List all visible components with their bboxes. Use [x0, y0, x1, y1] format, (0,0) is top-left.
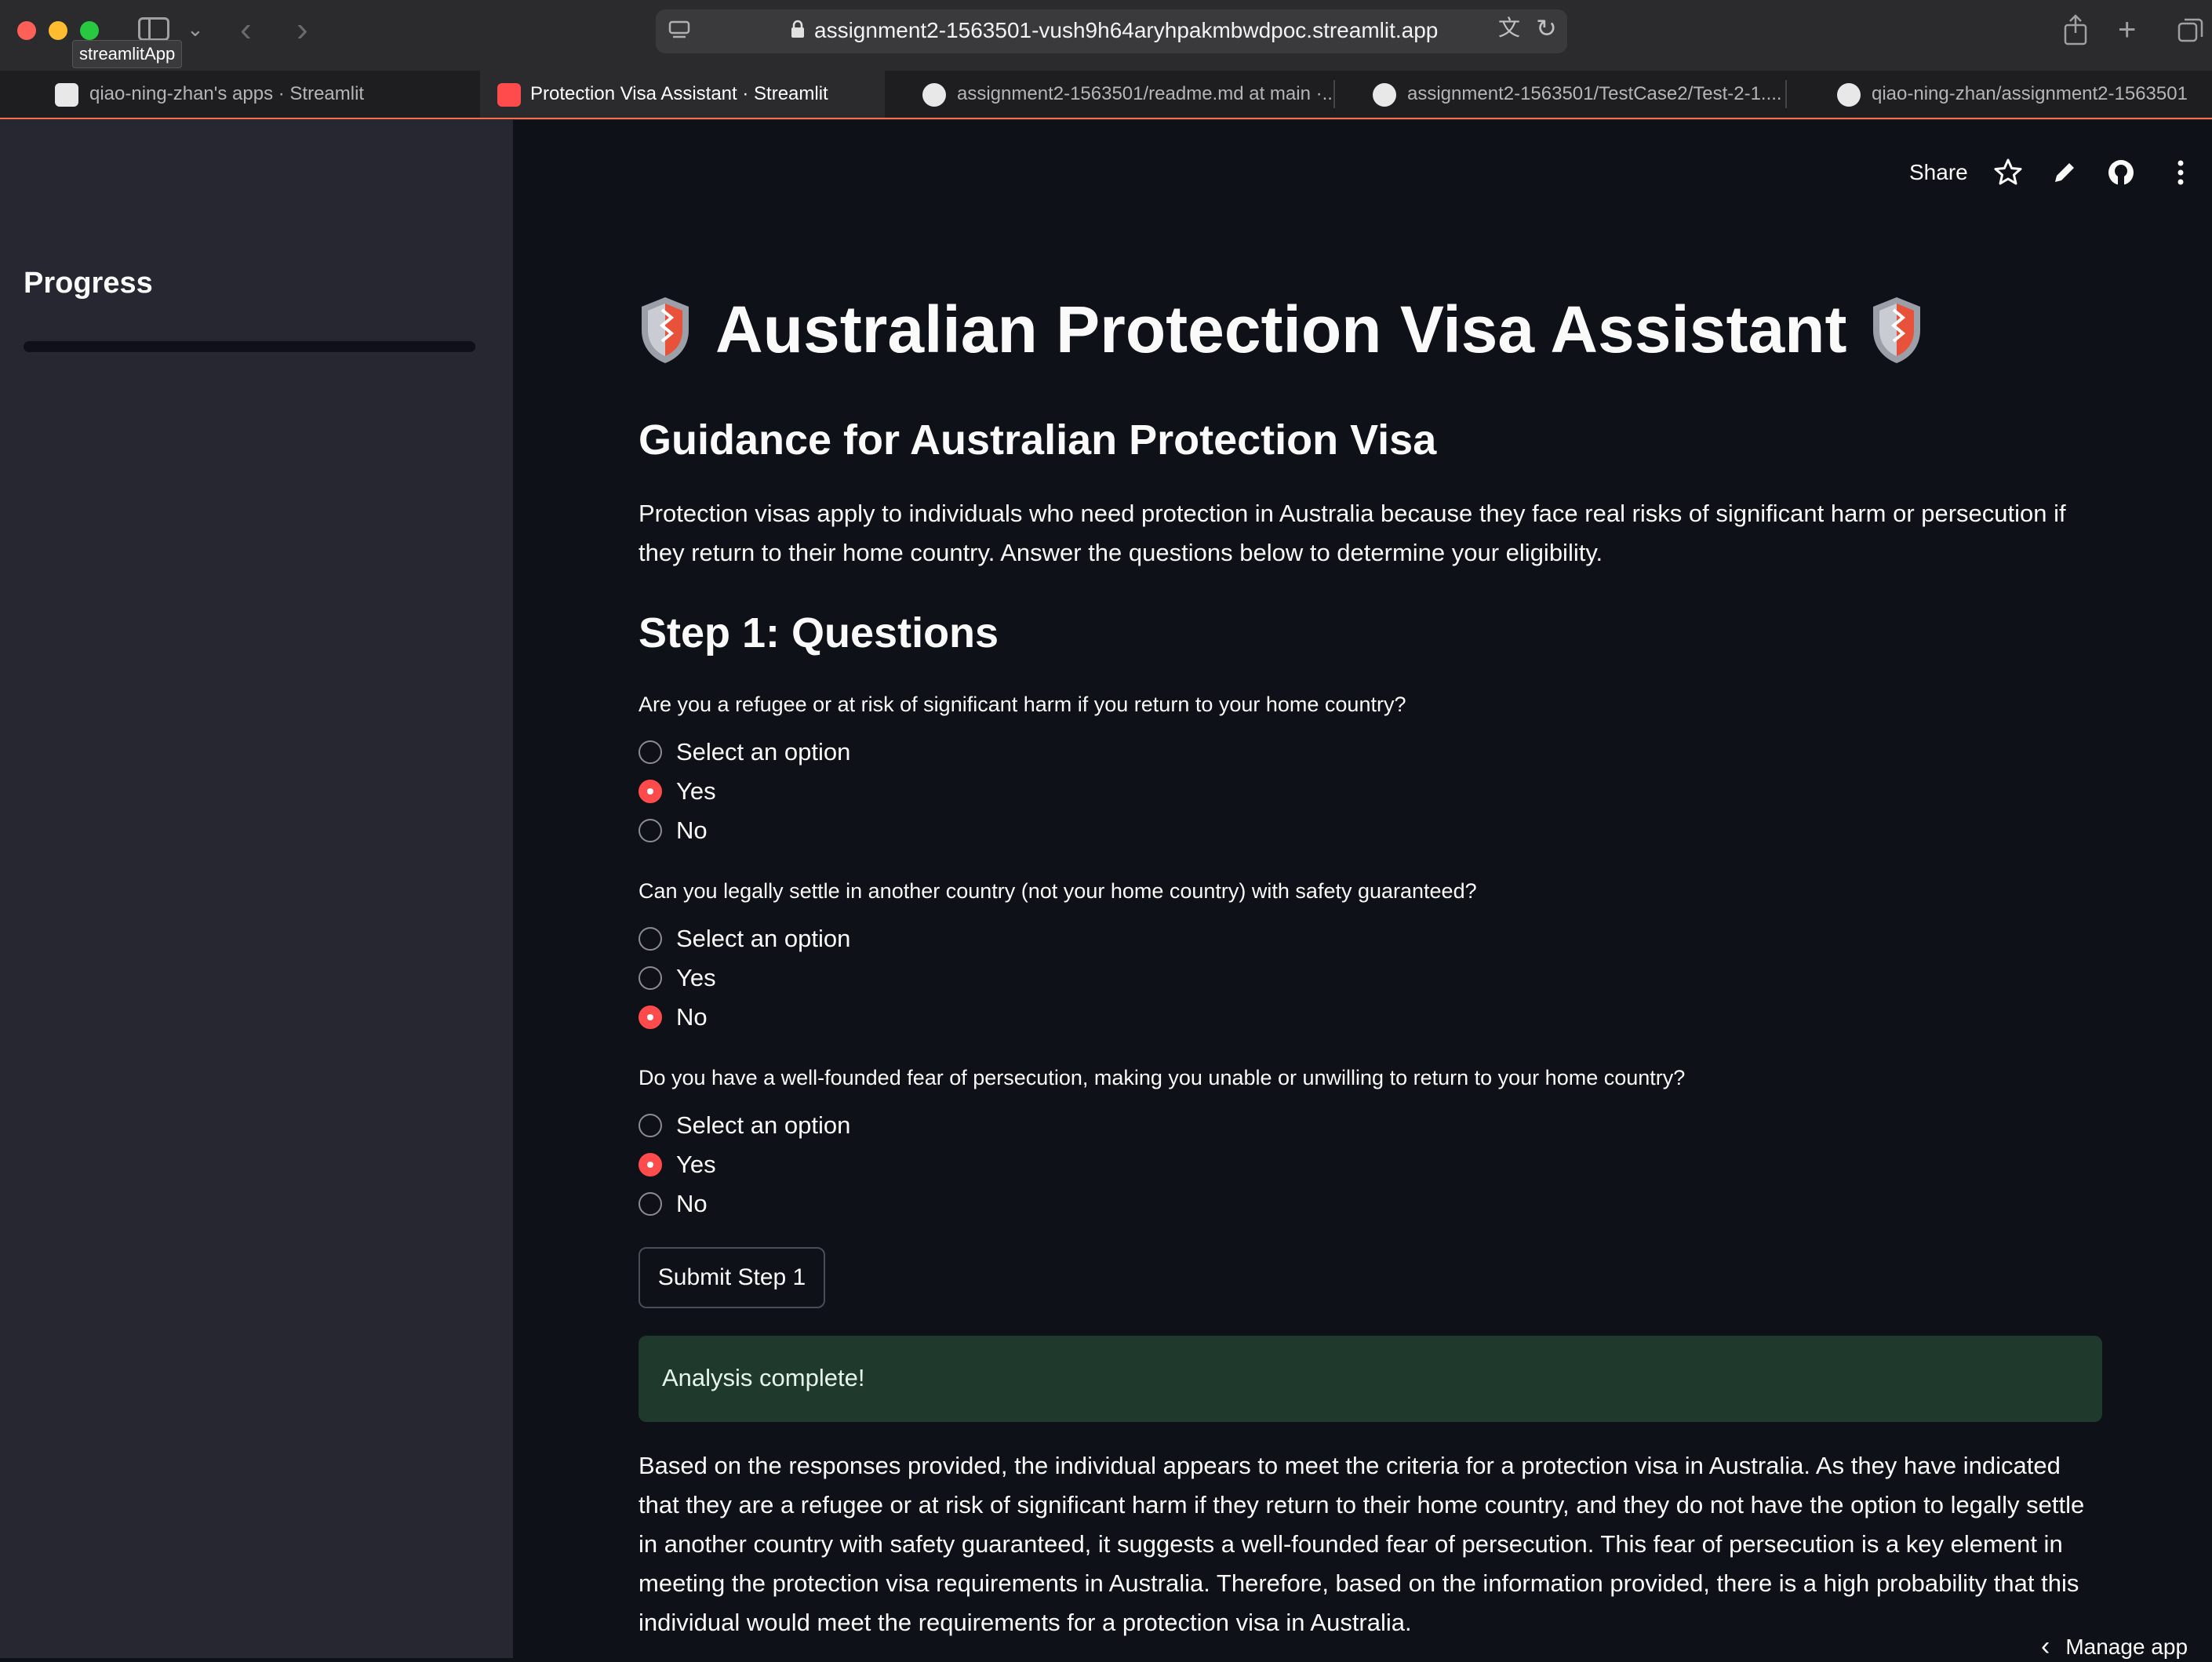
- chevron-left-icon: ‹: [2041, 1631, 2050, 1661]
- shield-icon: [642, 296, 689, 363]
- manage-app-button[interactable]: ‹ Manage app: [2041, 1631, 2188, 1662]
- radio-option[interactable]: No: [638, 1002, 708, 1033]
- radio-icon: [638, 1153, 662, 1176]
- shield-icon: [1873, 296, 1921, 363]
- back-icon[interactable]: ‹: [240, 13, 252, 47]
- translate-icon[interactable]: 文: [1498, 17, 1520, 39]
- lock-icon: [791, 20, 804, 38]
- tab-readme[interactable]: assignment2-1563501/readme.md at main ·.…: [886, 71, 1333, 118]
- radio-label: Select an option: [676, 1111, 851, 1139]
- github-icon: [1373, 83, 1396, 107]
- radio-icon: [638, 740, 662, 764]
- window-maximize-button[interactable]: [80, 21, 99, 40]
- radio-icon: [638, 1006, 662, 1029]
- tooltip: streamlitApp: [72, 40, 183, 68]
- chevron-down-icon[interactable]: ⌄: [187, 19, 204, 39]
- radio-option[interactable]: Yes: [638, 962, 716, 994]
- progress-bar: [24, 341, 475, 352]
- radio-label: No: [676, 816, 708, 844]
- question-label: Can you legally settle in another countr…: [638, 879, 1477, 903]
- radio-icon: [638, 780, 662, 803]
- tab-label: assignment2-1563501/readme.md at main ·.…: [957, 83, 1333, 104]
- radio-option[interactable]: No: [638, 1188, 708, 1220]
- radio-label: Yes: [676, 1151, 716, 1178]
- radio-icon: [638, 1114, 662, 1137]
- tab-repo[interactable]: qiao-ning-zhan/assignment2-1563501: [1787, 71, 2212, 118]
- subheader: Guidance for Australian Protection Visa: [638, 416, 1437, 464]
- step-heading: Step 1: Questions: [638, 609, 999, 656]
- forward-icon[interactable]: ›: [297, 13, 308, 47]
- intro-text: Protection visas apply to individuals wh…: [638, 500, 2066, 566]
- window-minimize-button[interactable]: [49, 21, 67, 40]
- radio-label: No: [676, 1003, 708, 1031]
- url-text: assignment2-1563501-vush9h64aryhpakmbwdp…: [814, 18, 1439, 42]
- browser-chrome: ⌄ ‹ › assignment2-1563501-vush9h64aryhpa…: [0, 0, 2212, 173]
- radio-icon: [638, 819, 662, 842]
- more-menu-icon[interactable]: [2165, 157, 2196, 188]
- tab-label: qiao-ning-zhan's apps · Streamlit: [89, 83, 365, 104]
- success-alert: Analysis complete!: [638, 1336, 2102, 1422]
- radio-option[interactable]: Select an option: [638, 923, 850, 955]
- manage-app-label: Manage app: [2065, 1634, 2188, 1659]
- tab-overview-icon[interactable]: [2177, 17, 2204, 44]
- radio-label: Yes: [676, 964, 716, 991]
- streamlit-favicon-icon: [55, 83, 78, 107]
- success-message: Analysis complete!: [662, 1364, 865, 1391]
- github-icon[interactable]: [2105, 157, 2137, 188]
- radio-icon: [638, 966, 662, 990]
- star-icon[interactable]: [1992, 157, 2024, 188]
- question-label: Are you a refugee or at risk of signific…: [638, 693, 1406, 716]
- share-button[interactable]: Share: [1909, 160, 1968, 185]
- radio-option[interactable]: Yes: [638, 1149, 716, 1180]
- question-label: Do you have a well-founded fear of perse…: [638, 1066, 1686, 1089]
- radio-option[interactable]: Select an option: [638, 736, 850, 768]
- tab-label: qiao-ning-zhan/assignment2-1563501: [1872, 83, 2188, 104]
- tab-label: assignment2-1563501/TestCase2/Test-2-1..…: [1407, 83, 1782, 104]
- sidebar-toggle-icon[interactable]: [138, 17, 169, 41]
- tab-label: Protection Visa Assistant · Streamlit: [530, 83, 828, 104]
- reload-icon[interactable]: ↻: [1536, 16, 1557, 41]
- radio-icon: [638, 1192, 662, 1216]
- radio-icon: [638, 927, 662, 951]
- tab-streamlit-apps[interactable]: qiao-ning-zhan's apps · Streamlit: [0, 71, 433, 118]
- tab-protection-visa[interactable]: Protection Visa Assistant · Streamlit: [480, 71, 885, 118]
- radio-label: Yes: [676, 777, 716, 805]
- new-tab-icon[interactable]: +: [2118, 14, 2136, 45]
- tab-testcase[interactable]: assignment2-1563501/TestCase2/Test-2-1..…: [1335, 71, 1785, 118]
- browser-titlebar: ⌄ ‹ › assignment2-1563501-vush9h64aryhpa…: [0, 0, 2212, 68]
- tab-bar: qiao-ning-zhan's apps · Streamlit × Prot…: [0, 71, 2212, 173]
- github-icon: [1837, 83, 1861, 107]
- radio-option[interactable]: Yes: [638, 776, 716, 807]
- reader-icon[interactable]: [668, 20, 690, 41]
- analysis-result: Based on the responses provided, the ind…: [638, 1452, 2085, 1636]
- streamlit-crown-icon: [497, 83, 521, 107]
- radio-label: Select an option: [676, 925, 851, 952]
- github-icon: [922, 83, 946, 107]
- radio-label: No: [676, 1190, 708, 1217]
- submit-step1-button[interactable]: Submit Step 1: [638, 1247, 825, 1308]
- edit-icon[interactable]: [2049, 157, 2080, 188]
- page-title-text: Australian Protection Visa Assistant: [715, 293, 1847, 366]
- radio-option[interactable]: Select an option: [638, 1110, 850, 1141]
- progress-heading: Progress: [24, 267, 153, 300]
- radio-label: Select an option: [676, 738, 851, 766]
- share-icon[interactable]: [2063, 14, 2088, 45]
- radio-option[interactable]: No: [638, 815, 708, 846]
- page-title: Australian Protection Visa Assistant: [638, 292, 1923, 368]
- window-close-button[interactable]: [17, 21, 36, 40]
